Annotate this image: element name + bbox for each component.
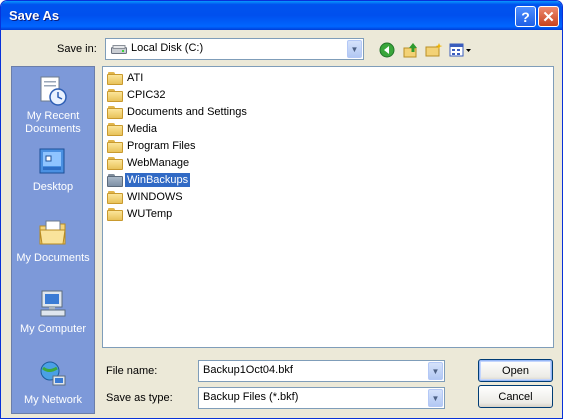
cancel-button[interactable]: Cancel bbox=[478, 385, 553, 408]
places-label-my-network: My Network bbox=[23, 394, 83, 406]
window-title: Save As bbox=[9, 8, 60, 23]
places-label-recent: My Recent Documents bbox=[25, 110, 81, 135]
close-button[interactable]: ✕ bbox=[538, 6, 559, 27]
places-label-my-computer: My Computer bbox=[19, 323, 87, 335]
places-item-desktop[interactable]: Desktop bbox=[12, 146, 94, 194]
file-name: WinBackups bbox=[125, 173, 191, 187]
chevron-down-icon[interactable]: ▼ bbox=[428, 362, 443, 380]
places-label-desktop: Desktop bbox=[32, 181, 74, 193]
list-item[interactable]: WUTemp bbox=[107, 206, 174, 222]
save-as-type-label: Save as type: bbox=[106, 392, 173, 404]
save-in-dropdown[interactable]: Local Disk (C:) ▼ bbox=[105, 38, 364, 60]
file-name: Program Files bbox=[127, 140, 196, 152]
file-name: WebManage bbox=[127, 157, 190, 169]
save-in-label: Save in: bbox=[57, 43, 97, 55]
recent-documents-icon bbox=[37, 75, 69, 107]
views-menu-button[interactable] bbox=[449, 41, 473, 59]
folder-icon bbox=[107, 207, 123, 221]
folder-icon bbox=[107, 105, 123, 119]
places-item-my-documents[interactable]: My Documents bbox=[12, 217, 94, 265]
folder-icon bbox=[107, 71, 123, 85]
cancel-button-label: Cancel bbox=[498, 390, 533, 403]
folder-icon bbox=[107, 156, 123, 170]
file-name: WUTemp bbox=[127, 208, 173, 220]
up-one-level-icon bbox=[403, 43, 417, 58]
chevron-down-icon[interactable]: ▼ bbox=[347, 40, 362, 58]
list-item[interactable]: WINDOWS bbox=[107, 189, 185, 205]
list-item[interactable]: Documents and Settings bbox=[107, 104, 249, 120]
save-as-type-value: Backup Files (*.bkf) bbox=[203, 391, 299, 403]
help-button[interactable]: ? bbox=[515, 6, 536, 27]
file-list[interactable]: ATI CPIC32 Documents and Settings Media … bbox=[102, 66, 554, 348]
save-as-type-dropdown[interactable]: Backup Files (*.bkf) ▼ bbox=[198, 387, 445, 409]
list-item[interactable]: ATI bbox=[107, 70, 145, 86]
my-computer-icon bbox=[37, 288, 69, 320]
file-name: ATI bbox=[127, 72, 144, 84]
my-documents-icon bbox=[37, 217, 69, 249]
open-button-label: Open bbox=[502, 364, 529, 377]
file-name: WINDOWS bbox=[127, 191, 183, 203]
back-button[interactable] bbox=[378, 41, 396, 59]
new-folder-icon bbox=[425, 43, 443, 57]
places-item-recent[interactable]: My Recent Documents bbox=[12, 75, 94, 136]
list-item-selected[interactable]: WinBackups bbox=[107, 172, 191, 188]
local-disk-icon bbox=[111, 45, 127, 58]
places-label-my-documents: My Documents bbox=[16, 252, 90, 264]
views-menu-icon bbox=[449, 43, 471, 57]
folder-icon bbox=[107, 122, 123, 136]
list-item[interactable]: Program Files bbox=[107, 138, 197, 154]
folder-icon bbox=[107, 173, 123, 187]
list-item[interactable]: WebManage bbox=[107, 155, 191, 171]
my-network-icon bbox=[37, 359, 69, 391]
folder-icon bbox=[107, 190, 123, 204]
file-name-input[interactable]: Backup1Oct04.bkf ▼ bbox=[198, 360, 445, 382]
places-item-my-computer[interactable]: My Computer bbox=[12, 288, 94, 336]
chevron-down-icon[interactable]: ▼ bbox=[428, 389, 443, 407]
help-icon: ? bbox=[521, 8, 530, 25]
back-arrow-icon bbox=[379, 42, 395, 58]
new-folder-button[interactable] bbox=[425, 41, 443, 59]
save-in-value: Local Disk (C:) bbox=[131, 42, 204, 54]
folder-icon bbox=[107, 88, 123, 102]
desktop-icon bbox=[37, 146, 69, 178]
file-name-label: File name: bbox=[106, 365, 158, 377]
list-item[interactable]: Media bbox=[107, 121, 159, 137]
places-item-my-network[interactable]: My Network bbox=[12, 359, 94, 407]
file-name: CPIC32 bbox=[127, 89, 166, 101]
save-as-dialog: Save As ? ✕ Save in: Local Disk (C:) ▼ M… bbox=[0, 0, 563, 419]
close-icon: ✕ bbox=[542, 8, 555, 26]
file-name: Media bbox=[127, 123, 157, 135]
places-bar: My Recent Documents Desktop My Documents… bbox=[11, 66, 95, 414]
up-one-level-button[interactable] bbox=[402, 41, 420, 59]
folder-icon bbox=[107, 139, 123, 153]
title-bar[interactable]: Save As ? ✕ bbox=[1, 1, 562, 30]
open-button[interactable]: Open bbox=[478, 359, 553, 382]
file-name: Documents and Settings bbox=[127, 106, 247, 118]
list-item[interactable]: CPIC32 bbox=[107, 87, 168, 103]
file-name-value: Backup1Oct04.bkf bbox=[203, 364, 293, 376]
